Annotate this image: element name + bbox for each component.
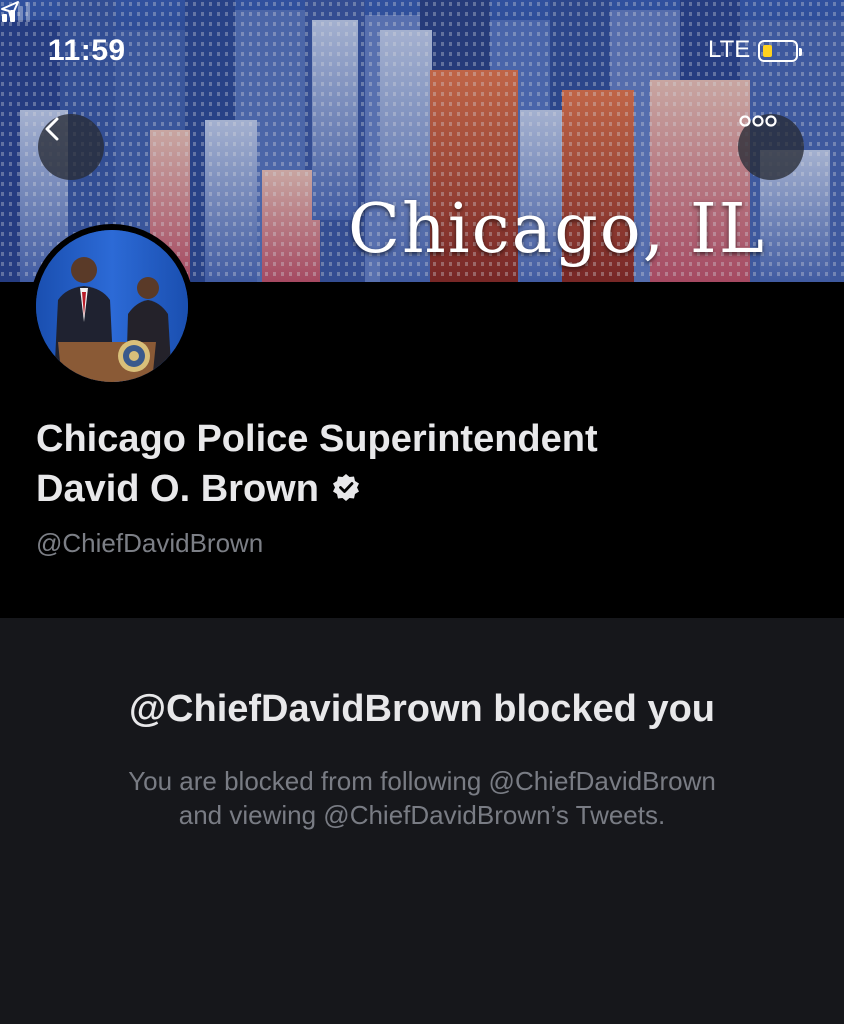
status-time: 11:59 xyxy=(48,34,126,67)
chevron-left-icon xyxy=(45,117,59,141)
profile-name-line2: David O. Brown xyxy=(36,468,319,510)
battery-icon xyxy=(758,40,802,62)
back-button[interactable] xyxy=(38,114,104,180)
profile-name-line1: Chicago Police Superintendent xyxy=(36,418,598,460)
profile-name: Chicago Police Superintendent David O. B… xyxy=(36,414,816,514)
blocked-title: @ChiefDavidBrown blocked you xyxy=(128,688,715,730)
cellular-signal-icon xyxy=(2,2,30,22)
more-dots-icon xyxy=(739,115,777,127)
status-bar: 11:59 LTE xyxy=(0,0,844,100)
blocked-description: You are blocked from following @ChiefDav… xyxy=(0,764,844,832)
profile-handle: @ChiefDavidBrown xyxy=(36,528,264,558)
banner-title: Chicago, IL xyxy=(348,190,766,269)
verified-badge-icon xyxy=(332,473,359,501)
avatar[interactable] xyxy=(30,224,194,388)
network-type: LTE xyxy=(708,36,751,63)
profile-photo xyxy=(36,230,188,382)
blocked-description-line1: You are blocked from following @ChiefDav… xyxy=(128,766,716,796)
blocked-description-line2: and viewing @ChiefDavidBrown’s Tweets. xyxy=(178,800,666,830)
more-options-button[interactable] xyxy=(738,114,804,180)
